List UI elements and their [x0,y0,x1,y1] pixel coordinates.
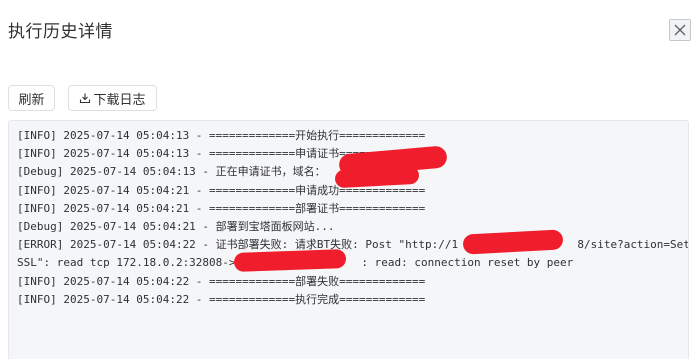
redaction-mark [233,249,347,272]
download-log-button[interactable]: 下载日志 [68,85,157,111]
log-line: [INFO] 2025-07-14 05:04:13 - ===========… [17,129,426,142]
download-icon [79,92,91,104]
dialog-title: 执行历史详情 [8,22,113,42]
log-line: [INFO] 2025-07-14 05:04:22 - ===========… [17,274,426,288]
close-icon [674,24,686,36]
refresh-button[interactable]: 刷新 [8,85,55,111]
log-output[interactable]: [INFO] 2025-07-14 05:04:13 - ===========… [8,120,689,359]
refresh-button-label: 刷新 [18,92,45,108]
log-line: [ERROR] 2025-07-14 05:04:22 - 证书部署失败: 请求… [17,238,689,252]
close-button[interactable] [669,19,691,41]
log-line: SSL": read tcp 172.18.0.2:32808-> : read… [17,256,574,270]
log-line: [INFO] 2025-07-14 05:04:21 - ===========… [17,201,426,215]
log-line: [Debug] 2025-07-14 05:04:21 - 部署到宝塔面板网站.… [17,220,335,234]
log-line: [INFO] 2025-07-14 05:04:22 - ===========… [17,292,426,306]
execution-history-dialog: 执行历史详情 刷新 下载日志 [INFO] 2025-07-14 05:04:1… [0,0,695,359]
download-log-button-label: 下载日志 [93,92,146,108]
